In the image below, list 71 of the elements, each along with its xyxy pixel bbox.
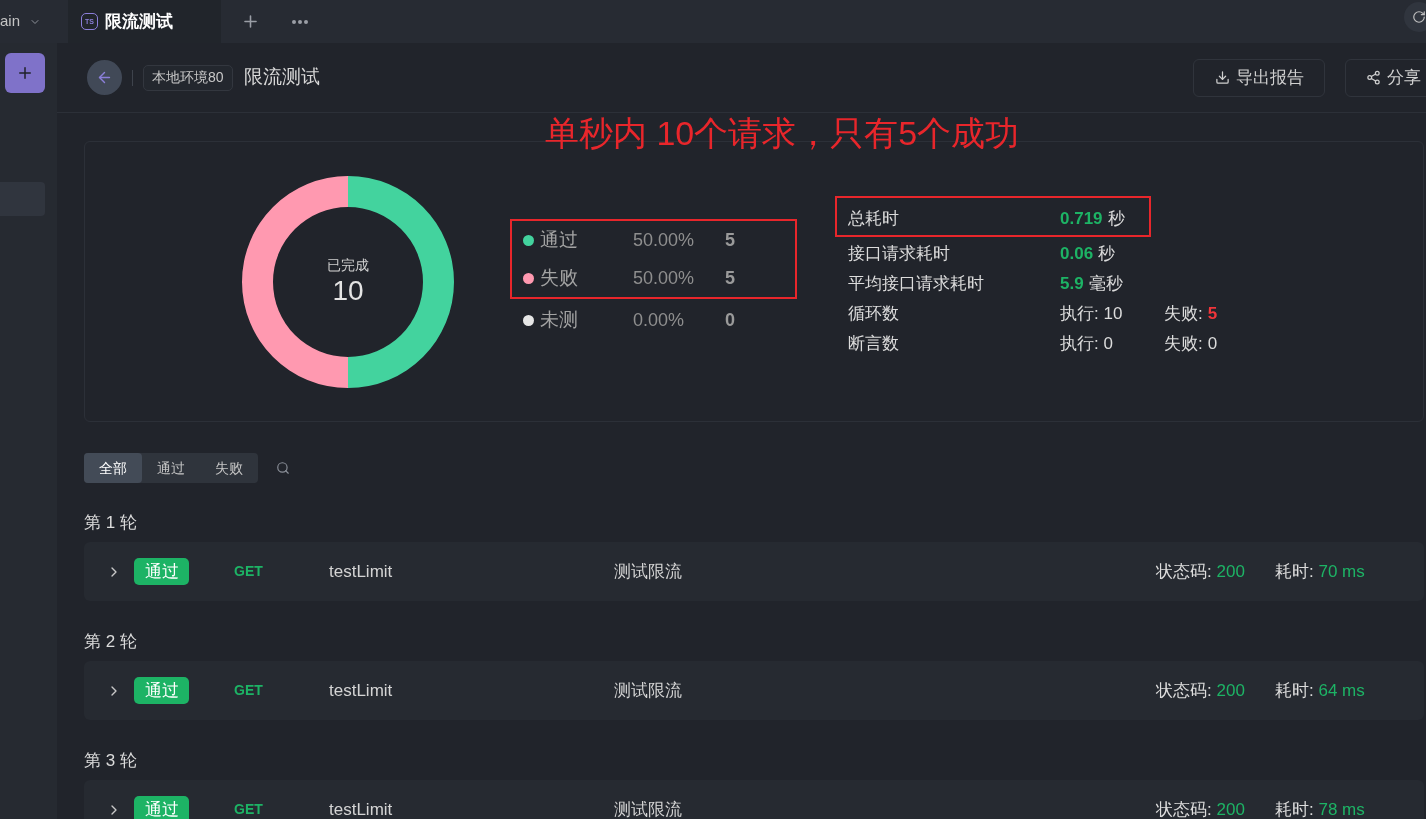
http-method: GET: [234, 681, 264, 700]
http-method: GET: [234, 562, 264, 581]
refresh-button[interactable]: [1404, 2, 1426, 32]
round-title: 第 2 轮: [84, 631, 137, 653]
request-description: 测试限流: [614, 560, 683, 583]
stat-label: 循环数: [848, 303, 900, 326]
status-badge: 通过: [134, 796, 189, 819]
donut-center-label: 已完成: [327, 256, 369, 274]
legend-label: 未测: [540, 307, 579, 332]
export-button[interactable]: 导出报告: [1193, 58, 1325, 97]
legend-percent: 50.00%: [633, 228, 696, 252]
request-name: testLimit: [329, 798, 394, 819]
workspace-name[interactable]: ain: [0, 10, 21, 33]
legend-label: 失败: [540, 265, 579, 290]
back-button[interactable]: [87, 60, 122, 95]
stat-value: 0.06: [1060, 243, 1094, 266]
stat-unit: 秒: [1098, 243, 1116, 266]
status-code: 状态码: 200: [1156, 560, 1246, 583]
failed-label: 失败:: [1164, 303, 1203, 326]
refresh-icon: [1412, 10, 1426, 24]
stat-label: 断言数: [848, 333, 900, 356]
elapsed-time: 耗时: 78 ms: [1275, 798, 1366, 819]
page-title: 限流测试: [243, 65, 320, 90]
stat-label: 总耗时: [848, 208, 900, 231]
ellipsis-icon: [292, 19, 308, 24]
search-icon[interactable]: [276, 461, 290, 475]
legend-count: 0: [725, 308, 735, 332]
request-name: testLimit: [329, 679, 394, 702]
round-title: 第 3 轮: [84, 750, 137, 772]
stat-unit: 毫秒: [1088, 273, 1123, 296]
legend-percent: 0.00%: [633, 308, 686, 332]
donut-center-value: 10: [332, 274, 364, 308]
filter-tab[interactable]: 通过: [142, 453, 200, 483]
filter-tab[interactable]: 失败: [200, 453, 258, 483]
environment-tag[interactable]: 本地环境80: [143, 64, 233, 91]
annotation-text: 单秒内 10个请求，只有5个成功: [545, 113, 1020, 153]
legend-label: 通过: [540, 227, 579, 252]
add-button[interactable]: [5, 53, 45, 93]
elapsed-time: 耗时: 64 ms: [1275, 679, 1366, 702]
executed-count: 执行: 0: [1060, 333, 1114, 356]
stat-label: 接口请求耗时: [848, 243, 951, 266]
share-icon: [1366, 70, 1381, 85]
legend-count: 5: [725, 228, 735, 252]
request-row[interactable]: 通过 GET testLimit 测试限流 状态码: 200 耗时: 70 ms: [84, 542, 1424, 601]
status-code: 状态码: 200: [1156, 798, 1246, 819]
filter-tab[interactable]: 全部: [84, 453, 142, 483]
elapsed-time: 耗时: 70 ms: [1275, 560, 1366, 583]
failed-label: 失败:: [1164, 333, 1203, 356]
request-name: testLimit: [329, 560, 394, 583]
legend-percent: 50.00%: [633, 266, 696, 290]
round-title: 第 1 轮: [84, 512, 137, 534]
executed-count: 执行: 10: [1060, 303, 1124, 326]
request-row[interactable]: 通过 GET testLimit 测试限流 状态码: 200 耗时: 78 ms: [84, 780, 1424, 819]
status-badge: 通过: [134, 558, 189, 585]
request-row[interactable]: 通过 GET testLimit 测试限流 状态码: 200 耗时: 64 ms: [84, 661, 1424, 720]
failed-count: 0: [1207, 333, 1218, 356]
legend-count: 5: [725, 266, 735, 290]
request-description: 测试限流: [614, 679, 683, 702]
stat-label: 平均接口请求耗时: [848, 273, 985, 296]
tab-label: 限流测试: [105, 10, 173, 33]
stat-value: 0.719: [1060, 208, 1103, 231]
stat-value: 5.9: [1060, 273, 1084, 296]
plus-icon: [16, 64, 34, 82]
request-description: 测试限流: [614, 798, 683, 819]
stat-unit: 秒: [1107, 208, 1125, 231]
download-icon: [1214, 70, 1230, 85]
failed-count: 5: [1207, 303, 1218, 326]
status-badge: 通过: [134, 677, 189, 704]
http-method: GET: [234, 800, 264, 819]
share-button[interactable]: 分享: [1345, 58, 1426, 97]
status-code: 状态码: 200: [1156, 679, 1246, 702]
